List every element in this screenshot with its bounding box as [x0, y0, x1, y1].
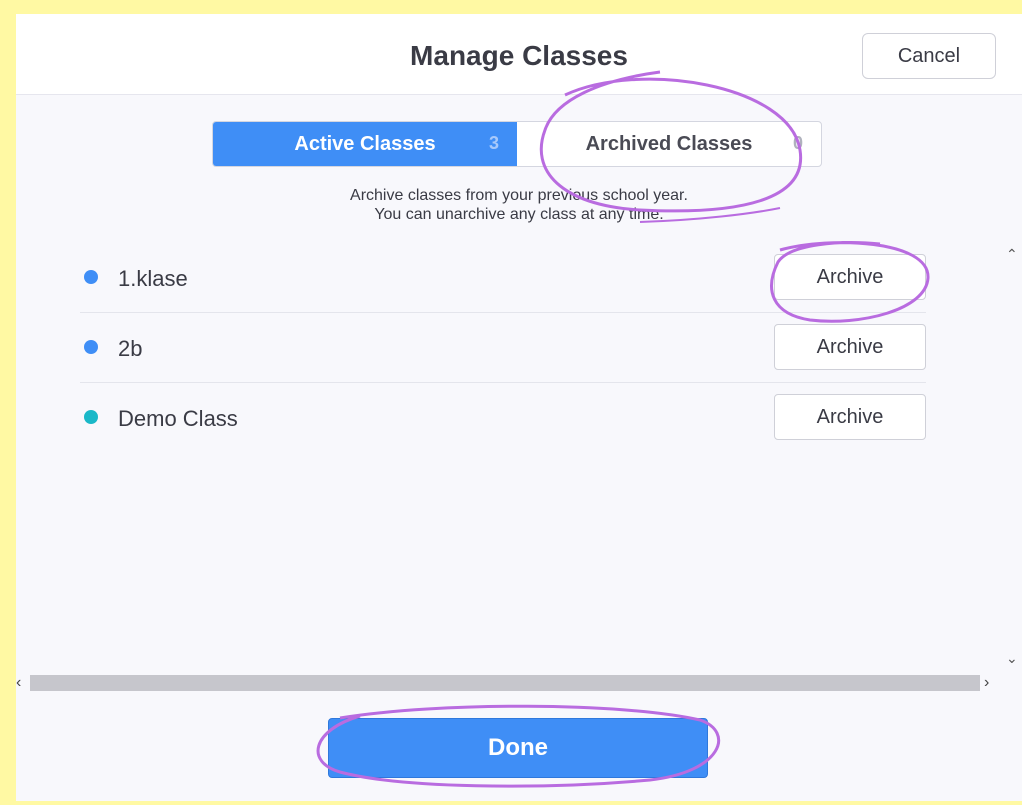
- class-color-dot: [84, 270, 98, 284]
- list-item: 1.klase Archive: [80, 242, 926, 313]
- archive-button[interactable]: Archive: [774, 324, 926, 370]
- chevron-up-icon[interactable]: ⌃: [1006, 246, 1018, 263]
- archive-button[interactable]: Archive: [774, 394, 926, 440]
- dialog-header: Manage Classes Cancel: [16, 14, 1022, 95]
- chevron-left-icon[interactable]: ‹: [16, 674, 21, 692]
- tab-archived-classes[interactable]: Archived Classes 0: [517, 122, 821, 166]
- description-line-2: You can unarchive any class at any time.: [374, 206, 664, 223]
- vertical-scrollbar[interactable]: ⌃ ⌄: [1002, 242, 1022, 672]
- scrollbar-thumb[interactable]: [30, 675, 980, 691]
- class-color-dot: [84, 410, 98, 424]
- archive-button[interactable]: Archive: [774, 254, 926, 300]
- chevron-right-icon[interactable]: ›: [984, 674, 989, 692]
- description-line-1: Archive classes from your previous schoo…: [350, 187, 688, 204]
- tab-archived-classes-label: Archived Classes: [585, 132, 753, 155]
- manage-classes-dialog: Manage Classes Cancel Active Classes 3 A…: [16, 14, 1022, 801]
- class-name: Demo Class: [118, 406, 238, 431]
- archive-description: Archive classes from your previous schoo…: [16, 186, 1022, 224]
- class-list: 1.klase Archive 2b Archive Demo Class Ar…: [16, 242, 1002, 672]
- class-color-dot: [84, 340, 98, 354]
- class-name: 1.klase: [118, 266, 188, 291]
- class-name: 2b: [118, 336, 143, 361]
- list-item: Demo Class Archive: [80, 382, 926, 452]
- tab-active-classes-count: 3: [488, 133, 499, 153]
- tab-active-classes[interactable]: Active Classes 3: [213, 122, 517, 166]
- list-item: 2b Archive: [80, 312, 926, 383]
- horizontal-scrollbar[interactable]: ‹ ›: [16, 672, 1022, 694]
- class-tabs: Active Classes 3 Archived Classes 0: [212, 121, 822, 167]
- cancel-button[interactable]: Cancel: [862, 33, 996, 79]
- chevron-down-icon[interactable]: ⌄: [1006, 650, 1018, 667]
- tab-active-classes-label: Active Classes: [294, 132, 436, 155]
- tab-archived-classes-count: 0: [792, 133, 803, 153]
- done-button[interactable]: Done: [328, 718, 708, 778]
